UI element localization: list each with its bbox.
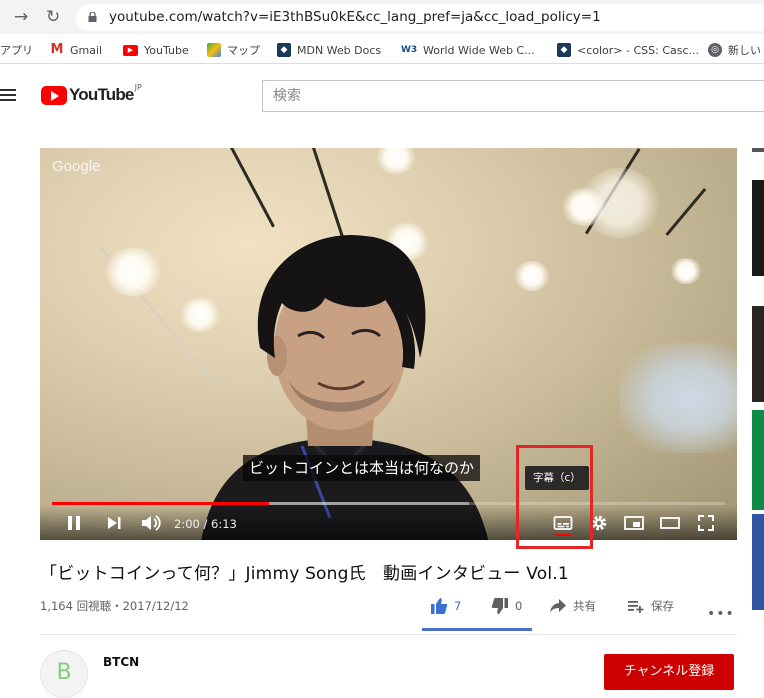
bookmark-label: MDN Web Docs (297, 43, 382, 57)
more-actions-icon[interactable]: ••• (707, 606, 735, 622)
bookmark-new[interactable]: ◎ 新しい (708, 42, 761, 58)
address-bar[interactable]: youtube.com/watch?v=iE3thBSu0kE&cc_lang_… (76, 4, 764, 31)
reload-icon[interactable]: ↻ (46, 7, 60, 27)
miniplayer-icon[interactable] (623, 513, 645, 533)
mdn-icon: ◆ (277, 43, 291, 57)
sidebar-thumbnail[interactable] (752, 306, 764, 402)
youtube-icon: ▶ (123, 44, 138, 56)
window-glow (620, 343, 737, 453)
youtube-play-logo-icon (41, 85, 67, 105)
speaker-figure (201, 234, 489, 540)
bookmark-youtube[interactable]: ▶ YouTube (123, 42, 189, 58)
lock-icon (88, 12, 97, 22)
ceiling-light (376, 148, 416, 174)
caption-text: ビットコインとは本当は何なのか (243, 455, 481, 481)
ceiling-light (104, 248, 162, 296)
annotation-highlight-box (516, 445, 593, 549)
sidebar-thumbnail[interactable] (752, 514, 764, 610)
share-arrow-icon (550, 599, 566, 613)
thumbs-up-icon (431, 598, 448, 614)
view-count-date: 1,164 回視聴・2017/12/12 (40, 599, 189, 613)
pause-icon[interactable] (66, 513, 82, 533)
bookmark-gmail[interactable]: M Gmail (50, 42, 102, 58)
logo-text: YouTube (69, 85, 134, 104)
channel-name[interactable]: BTCN (103, 655, 139, 669)
browser-toolbar: → ↻ youtube.com/watch?v=iE3thBSu0kE&cc_l… (0, 0, 764, 34)
sidebar-thumbnail[interactable] (752, 410, 764, 510)
logo-region: JP (134, 83, 142, 92)
player-controls: 2:00 / 6:13 (40, 506, 737, 540)
ceiling-light (514, 261, 550, 291)
save-label: 保存 (651, 599, 674, 613)
progress-played (52, 502, 269, 505)
ceiling-beam (665, 188, 707, 236)
bookmark-label: マップ (227, 44, 260, 57)
gmail-icon: M (50, 42, 64, 57)
time-display: 2:00 / 6:13 (174, 517, 237, 531)
hamburger-menu-icon[interactable] (0, 89, 16, 103)
bookmark-label: 新しい (728, 44, 761, 57)
share-label: 共有 (573, 599, 596, 613)
divider (40, 634, 737, 635)
mdn-icon: ◆ (557, 43, 571, 57)
bookmark-label: YouTube (144, 43, 189, 57)
next-icon[interactable] (106, 513, 122, 533)
search-box (262, 80, 764, 112)
bookmark-label: World Wide Web C... (423, 43, 535, 57)
bookmark-label: アプリ (0, 44, 33, 57)
bookmark-apps[interactable]: アプリ (0, 42, 33, 58)
fullscreen-icon[interactable] (696, 513, 716, 533)
youtube-logo[interactable]: YouTube JP (41, 83, 142, 105)
volume-icon[interactable] (140, 513, 162, 533)
progress-bar[interactable] (52, 502, 725, 505)
forward-arrow-icon[interactable]: → (14, 7, 28, 27)
dislike-button[interactable]: 0 (491, 596, 522, 616)
search-input[interactable] (263, 81, 764, 111)
globe-icon: ◎ (708, 43, 722, 57)
sidebar-thumbnail[interactable] (752, 148, 764, 152)
bookmark-label: <color> - CSS: Casc... (577, 43, 700, 57)
playlist-add-icon (628, 601, 644, 613)
bookmark-css-color[interactable]: ◆ <color> - CSS: Casc... (557, 42, 699, 58)
bookmark-label: Gmail (70, 43, 103, 57)
video-title: 「ビットコインって何？」Jimmy Song氏 動画インタビュー Vol.1 (40, 564, 569, 584)
ceiling-light (580, 168, 660, 238)
like-count: 7 (454, 599, 462, 613)
subscribe-button[interactable]: チャンネル登録 (604, 654, 734, 690)
sentiment-bar-likes (422, 628, 532, 631)
sidebar-thumbnail[interactable] (752, 180, 764, 276)
youtube-header: YouTube JP (0, 64, 764, 122)
bookmark-mdn[interactable]: ◆ MDN Web Docs (277, 42, 381, 58)
channel-logo-icon: B (56, 660, 72, 685)
bookmark-w3c[interactable]: W3 World Wide Web C... (401, 42, 535, 58)
ceiling-light (670, 258, 702, 284)
save-button[interactable]: 保存 (627, 596, 674, 616)
channel-avatar[interactable]: B (40, 650, 88, 698)
maps-icon (207, 43, 221, 57)
like-button[interactable]: 7 (430, 596, 461, 616)
video-player[interactable]: Google ビットコインとは本当は何なのか 字幕（c） 2:00 / 6:13 (40, 148, 737, 540)
google-watermark: Google (52, 158, 101, 175)
url-text: youtube.com/watch?v=iE3thBSu0kE&cc_lang_… (109, 9, 601, 25)
dislike-count: 0 (515, 599, 523, 613)
share-button[interactable]: 共有 (549, 596, 596, 616)
theater-mode-icon[interactable] (659, 513, 681, 533)
bookmarks-bar: アプリ M Gmail ▶ YouTube マップ ◆ MDN Web Docs… (0, 34, 764, 64)
w3c-icon: W3 (401, 43, 418, 57)
bookmark-maps[interactable]: マップ (207, 42, 260, 58)
thumbs-down-icon (491, 598, 508, 614)
